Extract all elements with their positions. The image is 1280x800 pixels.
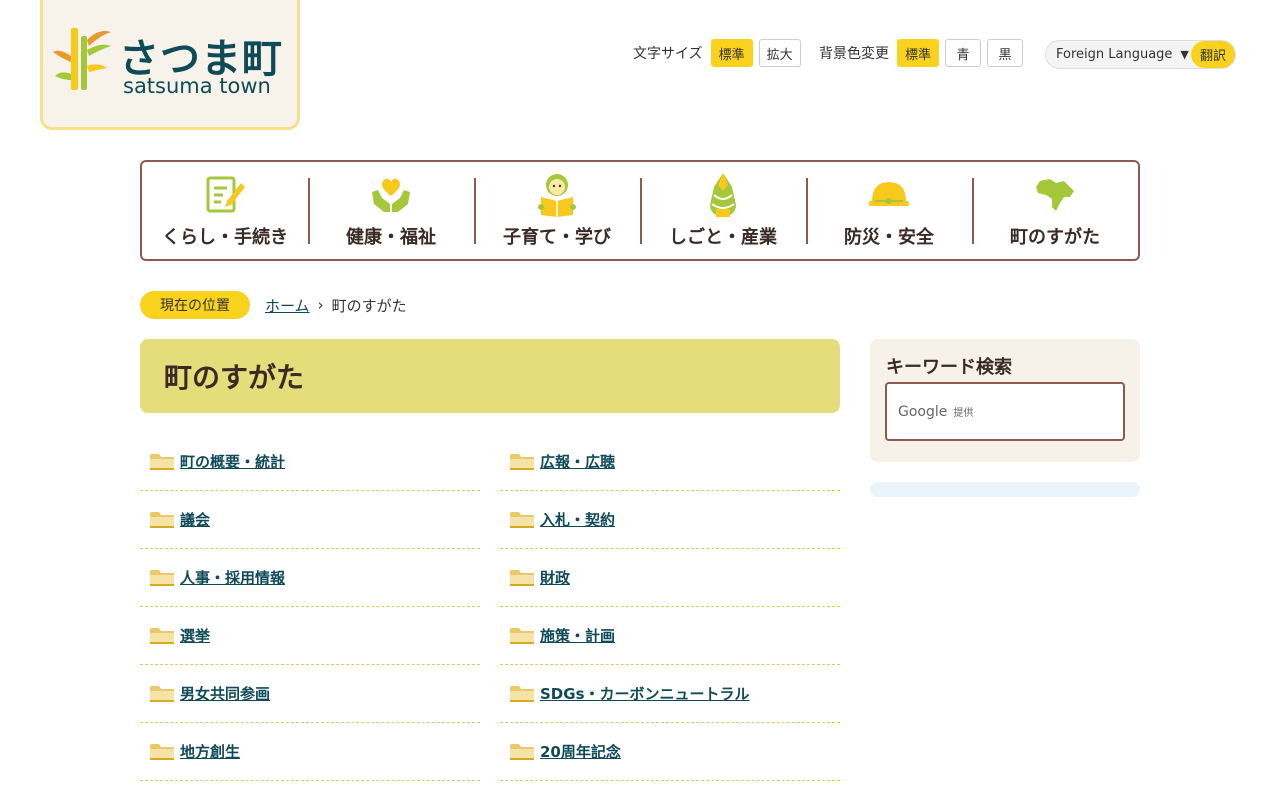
- category-list-left: 町の概要・統計 議会 人事・採用情報 選挙 男女共同参画 地方創生: [140, 433, 480, 781]
- list-item: 入札・契約: [500, 491, 840, 549]
- breadcrumb-current: 町のすがた: [331, 296, 407, 315]
- search-input[interactable]: Google 提供: [885, 382, 1125, 441]
- nav-item-work[interactable]: しごと・産業: [640, 162, 806, 259]
- folder-icon: [510, 685, 534, 702]
- keyword-search-title: キーワード検索: [886, 357, 1012, 378]
- category-link[interactable]: 人事・採用情報: [180, 567, 285, 588]
- current-location-label: 現在の位置: [140, 291, 250, 319]
- folder-icon: [510, 569, 534, 586]
- folder-icon: [150, 627, 174, 644]
- town-map-icon: [1033, 174, 1077, 216]
- category-link[interactable]: 選挙: [180, 625, 210, 646]
- category-list-right: 広報・広聴 入札・契約 財政 施策・計画 SDGs・カーボンニュートラル 20周…: [500, 433, 840, 781]
- background-color-switch: 背景色変更 標準 青 黒: [819, 39, 1029, 67]
- category-link[interactable]: 議会: [180, 509, 210, 530]
- breadcrumb: 現在の位置 ホーム › 町のすがた: [140, 291, 407, 319]
- folder-icon: [150, 685, 174, 702]
- list-item: SDGs・カーボンニュートラル: [500, 665, 840, 723]
- breadcrumb-home-link[interactable]: ホーム: [265, 295, 310, 316]
- bamboo-logo-icon: [53, 28, 111, 90]
- folder-icon: [510, 627, 534, 644]
- category-link[interactable]: 20周年記念: [540, 741, 621, 762]
- folder-icon: [150, 569, 174, 586]
- nav-label: 町のすがた: [1010, 227, 1100, 248]
- logo-english: satsuma town: [123, 74, 271, 98]
- list-item: 町の概要・統計: [140, 433, 480, 491]
- list-item: 選挙: [140, 607, 480, 665]
- nav-item-living[interactable]: くらし・手続き: [142, 162, 308, 259]
- nav-label: 子育て・学び: [503, 227, 611, 248]
- background-blue-button[interactable]: 青: [945, 39, 981, 67]
- category-link[interactable]: 地方創生: [180, 741, 240, 762]
- category-link[interactable]: 男女共同参画: [180, 683, 270, 704]
- site-logo[interactable]: さつま町 satsuma town: [40, 0, 300, 130]
- nav-label: しごと・産業: [669, 227, 777, 248]
- category-link[interactable]: 入札・契約: [540, 509, 615, 530]
- bamboo-shoot-icon: [701, 173, 745, 217]
- list-item: 財政: [500, 549, 840, 607]
- category-link[interactable]: 町の概要・統計: [180, 451, 285, 472]
- keyword-search-panel: キーワード検索 Google 提供: [870, 339, 1140, 462]
- folder-icon: [150, 511, 174, 528]
- background-standard-button[interactable]: 標準: [897, 39, 939, 67]
- language-select-label[interactable]: Foreign Language: [1046, 47, 1172, 62]
- list-item: 広報・広聴: [500, 433, 840, 491]
- nav-label: 防災・安全: [844, 227, 934, 248]
- font-size-label: 文字サイズ: [633, 46, 703, 62]
- breadcrumb-separator: ›: [317, 296, 324, 314]
- nav-item-childcare[interactable]: 子育て・学び: [474, 162, 640, 259]
- background-color-label: 背景色変更: [819, 46, 889, 62]
- list-item: 議会: [140, 491, 480, 549]
- folder-icon: [510, 453, 534, 470]
- list-item: 施策・計画: [500, 607, 840, 665]
- folder-icon: [150, 453, 174, 470]
- page-title: 町のすがた: [140, 339, 840, 413]
- list-item: 男女共同参画: [140, 665, 480, 723]
- nav-item-health[interactable]: 健康・福祉: [308, 162, 474, 259]
- language-selector[interactable]: Foreign Language ▼ 翻訳: [1045, 40, 1236, 69]
- font-size-switch: 文字サイズ 標準 拡大: [633, 39, 807, 67]
- document-pen-icon: [203, 174, 247, 216]
- nav-label: 健康・福祉: [346, 227, 436, 248]
- category-link[interactable]: 施策・計画: [540, 625, 615, 646]
- font-size-standard-button[interactable]: 標準: [710, 39, 753, 67]
- list-item: 人事・採用情報: [140, 549, 480, 607]
- list-item: 地方創生: [140, 723, 480, 781]
- list-item: 20周年記念: [500, 723, 840, 781]
- category-link[interactable]: SDGs・カーボンニュートラル: [540, 683, 750, 704]
- sidebar-banner-strip: [870, 482, 1140, 497]
- category-link[interactable]: 広報・広聴: [540, 451, 615, 472]
- child-book-icon: [535, 174, 579, 217]
- translate-button[interactable]: 翻訳: [1191, 41, 1235, 68]
- folder-icon: [510, 511, 534, 528]
- heart-hands-icon: [369, 174, 413, 216]
- global-nav: くらし・手続き 健康・福祉 子育て・学び しごと・産業 防災・安全 町のすがた: [140, 160, 1140, 261]
- nav-item-safety[interactable]: 防災・安全: [806, 162, 972, 259]
- google-provided-label: 提供: [953, 408, 974, 419]
- category-link[interactable]: 財政: [540, 567, 570, 588]
- dropdown-triangle-icon: ▼: [1180, 48, 1189, 61]
- background-black-button[interactable]: 黒: [987, 39, 1023, 67]
- nav-label: くらし・手続き: [162, 227, 288, 248]
- nav-item-town[interactable]: 町のすがた: [972, 162, 1138, 259]
- font-size-large-button[interactable]: 拡大: [758, 39, 801, 67]
- folder-icon: [150, 743, 174, 760]
- google-label: Google: [898, 403, 948, 420]
- folder-icon: [510, 743, 534, 760]
- helmet-icon: [867, 174, 911, 216]
